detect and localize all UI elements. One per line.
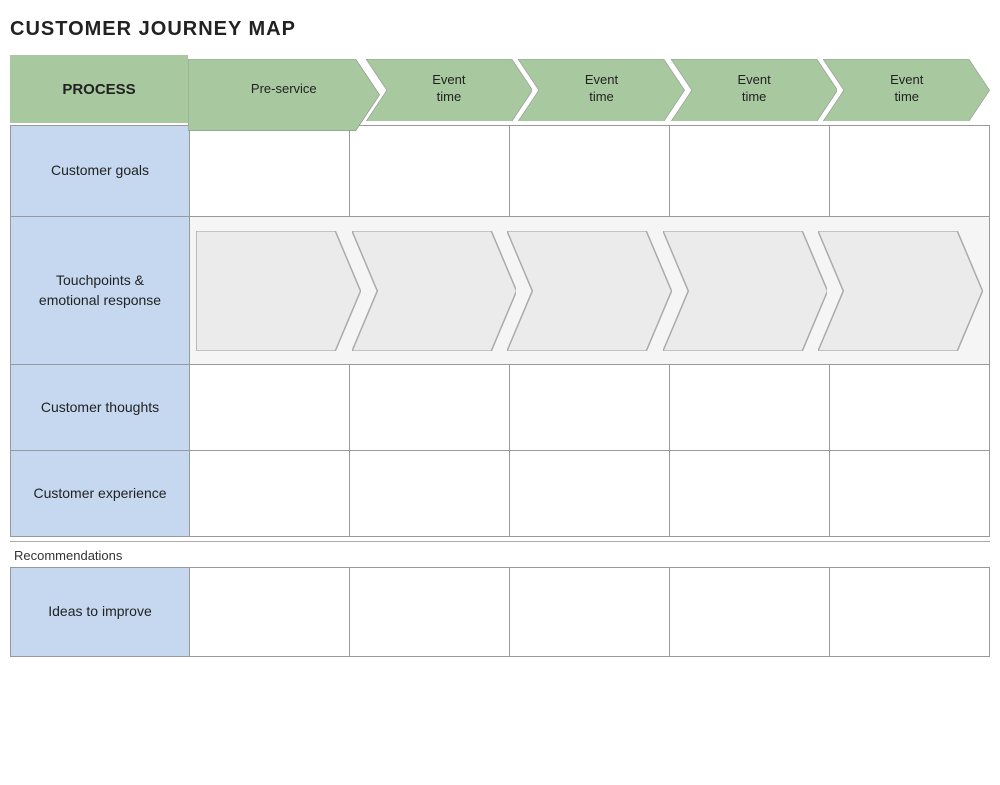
recommendations-label: Recommendations	[10, 548, 122, 563]
experience-cell-5	[830, 451, 989, 536]
ideas-cell-3	[510, 568, 670, 656]
touchpoint-chev-3	[507, 231, 672, 351]
experience-cell-4	[670, 451, 830, 536]
touchpoint-chev-2	[352, 231, 517, 351]
page-title: CUSTOMER JOURNEY MAP	[10, 18, 990, 41]
touchpoints-label: Touchpoints & emotional response	[11, 217, 189, 364]
experience-cell-1	[190, 451, 350, 536]
process-label: PROCESS	[10, 55, 188, 123]
step-event4: Eventtime	[823, 59, 990, 119]
customer-experience-label: Customer experience	[11, 451, 189, 536]
goals-cell-1	[190, 126, 350, 216]
step-preservice: Pre-service	[188, 59, 380, 119]
touchpoints-grid	[189, 217, 989, 364]
customer-thoughts-grid	[189, 365, 989, 450]
customer-experience-row: Customer experience	[10, 451, 990, 537]
touchpoint-chev-4	[663, 231, 828, 351]
customer-goals-row: Customer goals	[10, 125, 990, 217]
arrows-container: Pre-service Eventtime Eventtime Eventtim…	[188, 55, 990, 123]
step-event3: Eventtime	[671, 59, 838, 119]
customer-thoughts-row: Customer thoughts	[10, 365, 990, 451]
step-event1: Eventtime	[366, 59, 533, 119]
customer-goals-grid	[189, 126, 989, 216]
ideas-cell-2	[350, 568, 510, 656]
experience-cell-2	[350, 451, 510, 536]
touchpoints-row: Touchpoints & emotional response	[10, 217, 990, 365]
touchpoint-chev-1	[196, 231, 361, 351]
thoughts-cell-5	[830, 365, 989, 450]
experience-cell-3	[510, 451, 670, 536]
thoughts-cell-3	[510, 365, 670, 450]
ideas-cell-5	[830, 568, 989, 656]
customer-thoughts-label: Customer thoughts	[11, 365, 189, 450]
goals-cell-3	[510, 126, 670, 216]
thoughts-cell-2	[350, 365, 510, 450]
ideas-row: Ideas to improve	[10, 567, 990, 657]
thoughts-cell-1	[190, 365, 350, 450]
goals-cell-4	[670, 126, 830, 216]
process-row: PROCESS Pre-service Eventtime Eventtime	[10, 55, 990, 123]
step-event2: Eventtime	[518, 59, 685, 119]
ideas-label: Ideas to improve	[11, 568, 189, 656]
ideas-cell-1	[190, 568, 350, 656]
goals-cell-2	[350, 126, 510, 216]
ideas-cell-4	[670, 568, 830, 656]
goals-cell-5	[830, 126, 989, 216]
recommendations-row: Recommendations	[10, 541, 990, 567]
touchpoint-chev-5	[818, 231, 983, 351]
thoughts-cell-4	[670, 365, 830, 450]
customer-experience-grid	[189, 451, 989, 536]
customer-goals-label: Customer goals	[11, 126, 189, 216]
ideas-grid	[189, 568, 989, 656]
